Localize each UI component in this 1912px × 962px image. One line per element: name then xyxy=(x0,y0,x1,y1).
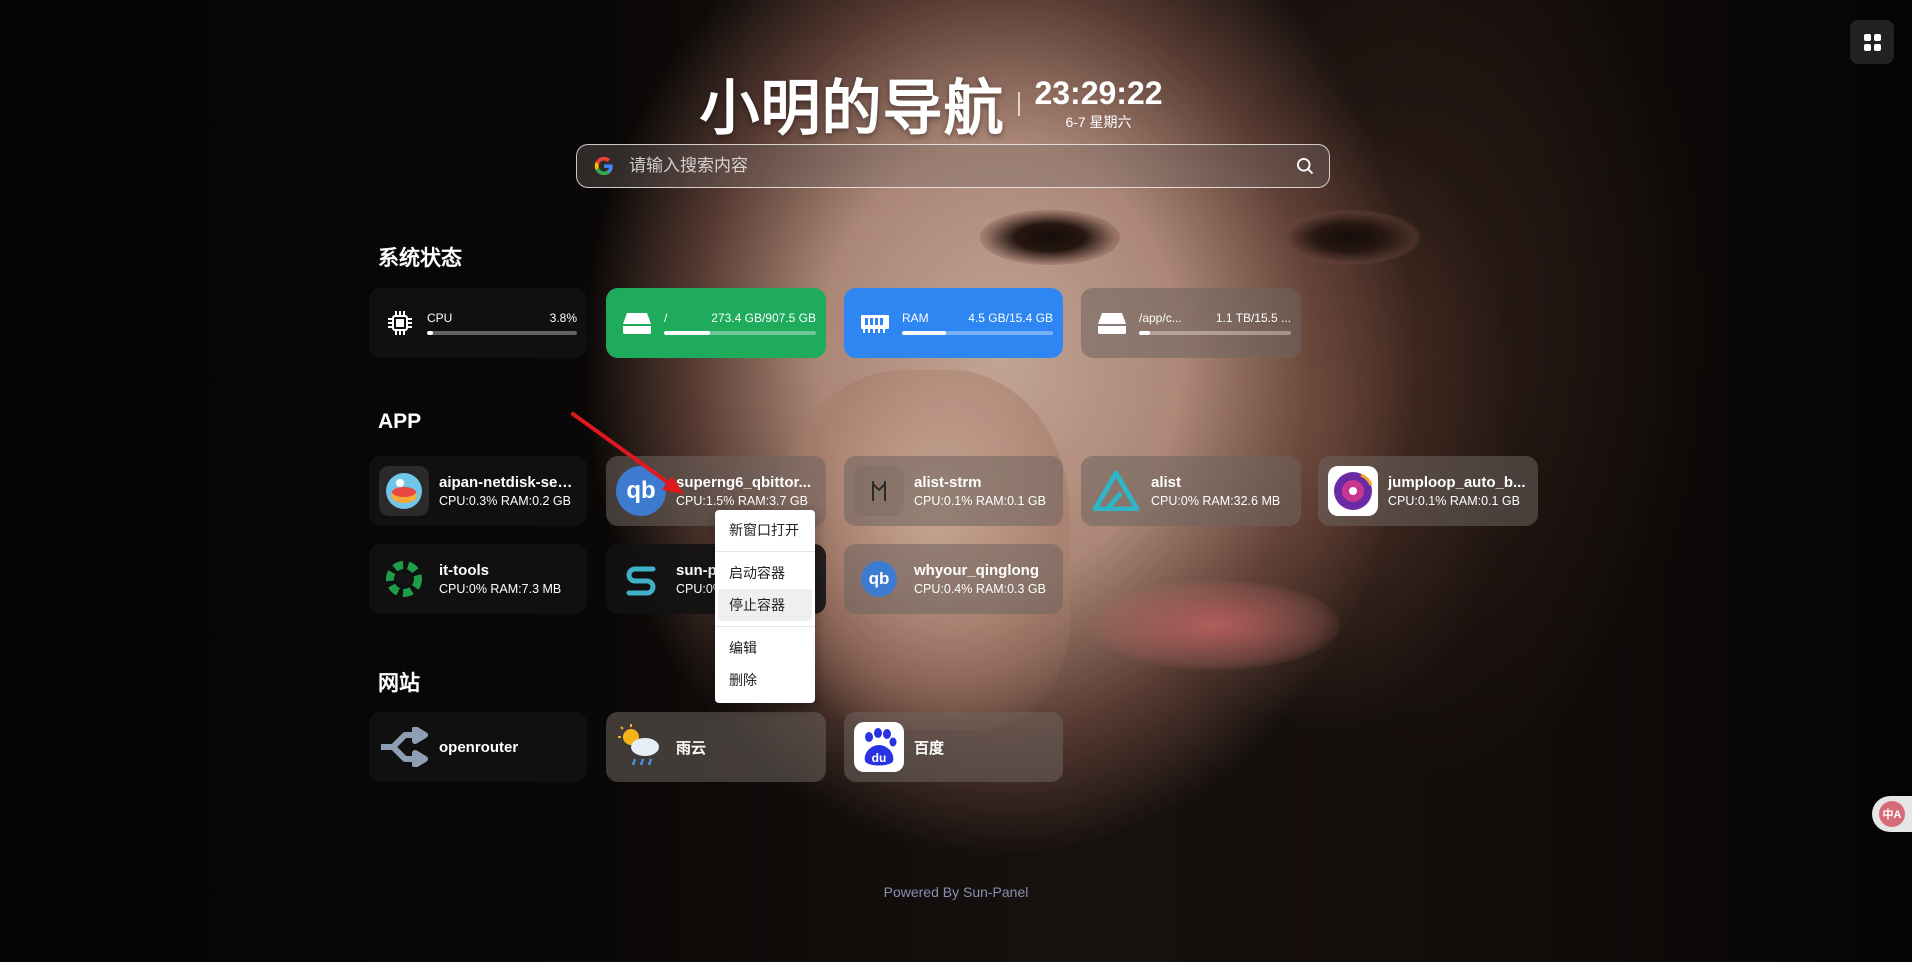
context-menu: 新窗口打开 启动容器 停止容器 编辑 删除 xyxy=(715,510,815,703)
menu-divider xyxy=(715,551,815,552)
menu-item-delete[interactable]: 删除 xyxy=(715,664,815,696)
menu-item-edit[interactable]: 编辑 xyxy=(715,632,815,664)
menu-item-stop-container[interactable]: 停止容器 xyxy=(718,589,812,621)
annotation-arrow xyxy=(571,412,684,494)
menu-divider xyxy=(715,626,815,627)
menu-item-start-container[interactable]: 启动容器 xyxy=(715,557,815,589)
menu-item-open-new-window[interactable]: 新窗口打开 xyxy=(715,514,815,546)
